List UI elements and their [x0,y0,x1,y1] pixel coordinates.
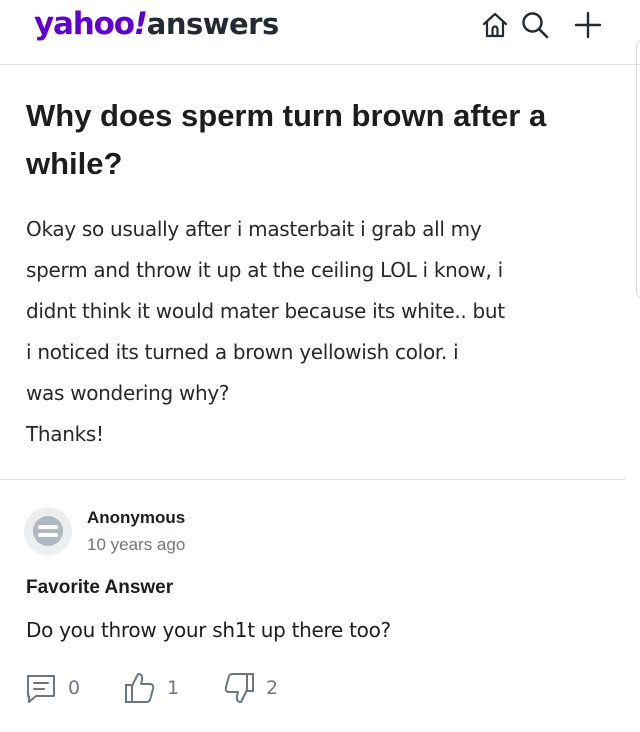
question-body-line: Okay so usually after i masterbait i gra… [26,217,482,241]
logo-yahoo: yahoo [34,6,135,42]
anonymous-avatar-icon [33,516,63,546]
app-header: yahoo!answers [0,0,640,65]
divider [0,479,626,480]
answer-text: Do you throw your sh1t up there too? [26,618,391,642]
yahoo-answers-logo[interactable]: yahoo!answers [34,2,279,46]
likes-count: 1 [167,677,180,699]
logo-bang: ! [133,6,148,42]
comment-icon [27,675,55,703]
favorite-answer-label: Favorite Answer [26,577,174,598]
question-body-line: was wondering why? [26,381,230,405]
dislikes-count: 2 [266,677,279,699]
answer-author[interactable]: Anonymous [87,508,185,528]
question-body-line: Thanks! [26,422,104,446]
question-body: Okay so usually after i masterbait i gra… [26,209,624,455]
search-icon[interactable] [520,10,550,40]
thumbs-down-icon [224,673,254,703]
dislike-button[interactable]: 2 [222,670,278,706]
home-icon[interactable] [480,10,510,40]
avatar[interactable] [24,507,72,555]
logo-answers: answers [146,7,280,41]
thumbs-up-icon [125,673,155,703]
comments-count: 0 [68,677,81,699]
scrollbar[interactable] [636,40,640,298]
like-button[interactable]: 1 [123,670,179,706]
question-title: Why does sperm turn brown after a while? [26,98,547,181]
comments-button[interactable]: 0 [24,670,80,706]
question-body-line: didnt think it would mater because its w… [26,299,505,323]
answer-timestamp: 10 years ago [87,535,186,554]
question-body-line: i noticed its turned a brown yellowish c… [26,340,459,364]
plus-icon[interactable] [573,10,603,40]
question-body-line: sperm and throw it up at the ceiling LOL… [26,258,503,282]
